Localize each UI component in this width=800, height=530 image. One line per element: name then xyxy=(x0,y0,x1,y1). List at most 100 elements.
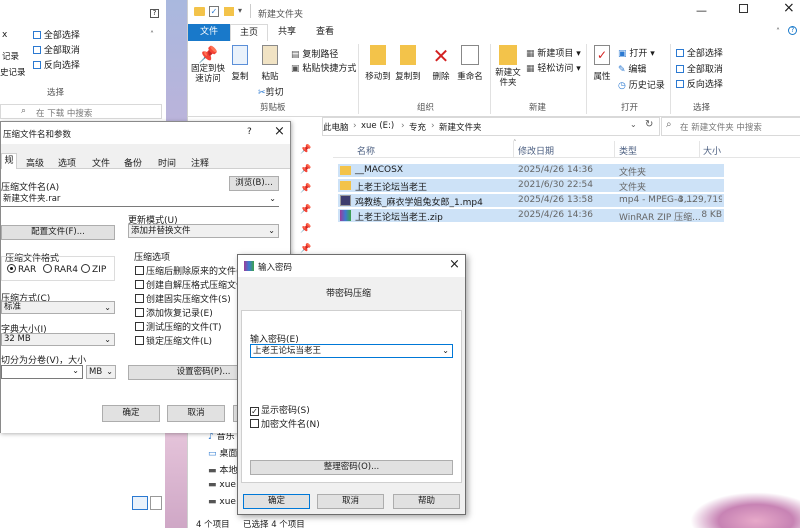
split-unit-select[interactable]: MB ⌄ xyxy=(86,365,116,379)
format-rar4-radio[interactable]: RAR4 xyxy=(43,264,78,275)
option-delete-after[interactable]: 压缩后删除原来的文件(D) xyxy=(135,264,250,277)
ok-button[interactable]: 确定 xyxy=(102,405,160,422)
option-lock[interactable]: 锁定压缩文件(L) xyxy=(135,334,212,347)
left-select-none-button[interactable]: 全部取消 xyxy=(33,43,80,56)
pin-icon[interactable]: 📌 xyxy=(300,184,312,196)
password-help-button[interactable]: 帮助 xyxy=(393,494,460,509)
tab-advanced[interactable]: 高级 xyxy=(26,156,44,169)
copy-to-button[interactable]: 复制到 xyxy=(393,45,423,82)
minimize-icon[interactable]: — xyxy=(696,4,707,17)
breadcrumb-folder[interactable]: 专充 xyxy=(409,121,426,133)
file-row[interactable]: 上老王论坛当老王 2021/6/30 22:54 文件夹 xyxy=(338,179,724,193)
pin-icon[interactable]: 📌 xyxy=(300,145,312,157)
file-row[interactable]: 鸡教练_麻衣学姐兔女郎_1.mp4 2025/4/26 13:58 mp4 - … xyxy=(338,194,724,208)
address-bar[interactable]: 此电脑 › xue (E:) › 专充 › 新建文件夹 ⌄ ↻ xyxy=(322,117,660,136)
search-box[interactable]: ⌕ 在 新建文件夹 中搜索 xyxy=(661,117,800,136)
option-recovery[interactable]: 添加恢复记录(E) xyxy=(135,306,213,319)
ribbon-partial-record[interactable]: 记录 xyxy=(2,50,19,62)
easy-access-button[interactable]: ▦ 轻松访问 ▾ xyxy=(526,61,581,74)
format-rar-radio[interactable]: RAR xyxy=(7,264,36,275)
column-divider[interactable] xyxy=(614,141,615,158)
password-ok-button[interactable]: 确定 xyxy=(243,494,310,509)
chevron-down-icon[interactable]: ⌄ xyxy=(630,120,637,129)
file-row[interactable]: __MACOSX 2025/4/26 14:36 文件夹 xyxy=(338,164,724,178)
help-icon[interactable]: ? xyxy=(150,9,159,18)
open-button[interactable]: ▣ 打开 ▾ xyxy=(618,46,655,59)
pin-icon[interactable]: 📌 xyxy=(300,224,312,236)
tab-view[interactable]: 查看 xyxy=(306,24,344,41)
browse-button[interactable]: 浏览(B)... xyxy=(229,176,279,191)
tab-file[interactable]: 文件 xyxy=(188,24,230,41)
paste-button[interactable]: 粘贴 xyxy=(258,45,282,82)
password-cancel-button[interactable]: 取消 xyxy=(317,494,384,509)
encrypt-filenames-checkbox[interactable]: 加密文件名(N) xyxy=(250,417,320,430)
dictionary-size-select[interactable]: 32 MB ⌄ xyxy=(1,333,115,346)
copy-button[interactable]: 复制 xyxy=(228,45,252,82)
pin-icon[interactable]: 📌 xyxy=(300,165,312,177)
chevron-down-icon[interactable]: ⌄ xyxy=(442,345,449,357)
chevron-up-icon[interactable]: ˄ xyxy=(150,30,154,39)
breadcrumb-drive[interactable]: xue (E:) xyxy=(361,121,394,131)
invert-selection-button[interactable]: 反向选择 xyxy=(676,77,723,90)
pin-icon[interactable]: 📌 xyxy=(300,205,312,217)
large-icons-view-icon[interactable] xyxy=(150,496,162,510)
update-mode-select[interactable]: 添加并替换文件 ⌄ xyxy=(128,224,279,238)
chevron-down-icon[interactable]: ⌄ xyxy=(269,193,276,205)
select-all-button[interactable]: 全部选择 xyxy=(676,46,723,59)
column-type[interactable]: 类型 xyxy=(619,144,637,157)
nav-item-local-disk[interactable]: ▬ 本地 xyxy=(208,463,237,476)
history-button[interactable]: ◷ 历史记录 xyxy=(618,78,665,91)
nav-item-desktop[interactable]: ▭ 桌面 xyxy=(208,446,237,459)
left-select-all-button[interactable]: 全部选择 xyxy=(33,28,80,41)
select-none-button[interactable]: 全部取消 xyxy=(676,62,723,75)
column-divider[interactable] xyxy=(699,141,700,158)
tab-comment[interactable]: 注释 xyxy=(191,156,209,169)
column-name[interactable]: 名称 xyxy=(357,144,375,157)
help-icon[interactable]: ? xyxy=(788,26,797,35)
refresh-icon[interactable]: ↻ xyxy=(645,119,653,130)
file-row[interactable]: 上老王论坛当老王.zip 2025/4/26 14:36 WinRAR ZIP … xyxy=(338,209,724,223)
option-solid[interactable]: 创建固实压缩文件(S) xyxy=(135,292,231,305)
left-invert-selection-button[interactable]: 反向选择 xyxy=(33,58,80,71)
collapse-ribbon-icon[interactable]: ˄ xyxy=(776,27,780,36)
tab-options[interactable]: 选项 xyxy=(58,156,76,169)
tab-files[interactable]: 文件 xyxy=(92,156,110,169)
column-modified[interactable]: 修改日期 xyxy=(518,144,554,157)
new-folder-quick-icon[interactable] xyxy=(224,7,234,16)
paste-shortcut-button[interactable]: ▣ 粘贴快捷方式 xyxy=(291,61,356,74)
close-icon[interactable]: × xyxy=(783,0,795,16)
compression-method-select[interactable]: 标准 ⌄ xyxy=(1,301,115,314)
profiles-button[interactable]: 配置文件(F)... xyxy=(1,225,115,240)
organize-passwords-button[interactable]: 整理密码(O)... xyxy=(250,460,453,475)
tab-time[interactable]: 时间 xyxy=(158,156,176,169)
breadcrumb-current[interactable]: 新建文件夹 xyxy=(439,121,482,133)
help-button[interactable]: ? xyxy=(247,127,252,137)
nav-item-drive-xue-2[interactable]: ▬ xue xyxy=(208,497,236,507)
rename-button[interactable]: 重命名 xyxy=(456,45,484,82)
new-item-button[interactable]: ▦ 新建项目 ▾ xyxy=(526,46,581,59)
properties-quick-icon[interactable]: ✓ xyxy=(209,6,219,17)
edit-button[interactable]: ✎ 编辑 xyxy=(618,62,646,75)
show-password-checkbox[interactable]: ✓ 显示密码(S) xyxy=(250,403,310,416)
archive-name-input[interactable]: 新建文件夹.rar ⌄ xyxy=(1,193,279,207)
tab-general[interactable]: 规 xyxy=(1,153,17,169)
option-test[interactable]: 测试压缩的文件(T) xyxy=(135,320,222,333)
column-divider[interactable] xyxy=(513,141,514,158)
properties-button[interactable]: ✓ 属性 xyxy=(590,45,614,82)
password-input[interactable]: 上老王论坛当老王 ⌄ xyxy=(250,344,453,358)
option-sfx[interactable]: 创建自解压格式压缩文件 xyxy=(135,278,245,291)
new-folder-button[interactable]: 新建文件夹 xyxy=(494,45,522,88)
tab-home[interactable]: 主页 xyxy=(230,24,268,41)
details-view-icon[interactable] xyxy=(132,496,148,510)
maximize-icon[interactable] xyxy=(739,4,748,13)
split-size-input[interactable]: ⌄ xyxy=(1,365,83,379)
chevron-down-icon[interactable]: ⌄ xyxy=(72,366,79,375)
nav-item-drive-xue[interactable]: ▬ xue xyxy=(208,480,236,490)
tab-share[interactable]: 共享 xyxy=(268,24,306,41)
breadcrumb-this-pc[interactable]: 此电脑 xyxy=(323,121,349,133)
close-icon[interactable]: × xyxy=(274,124,285,139)
delete-button[interactable]: ✕ 删除 xyxy=(428,45,454,82)
pin-quick-access-button[interactable]: 📌 固定到快速访问 xyxy=(190,45,226,84)
left-search-box[interactable]: ⌕ 在 下载 中搜索 xyxy=(0,104,162,119)
customize-toolbar-icon[interactable]: ▾ xyxy=(238,6,242,15)
